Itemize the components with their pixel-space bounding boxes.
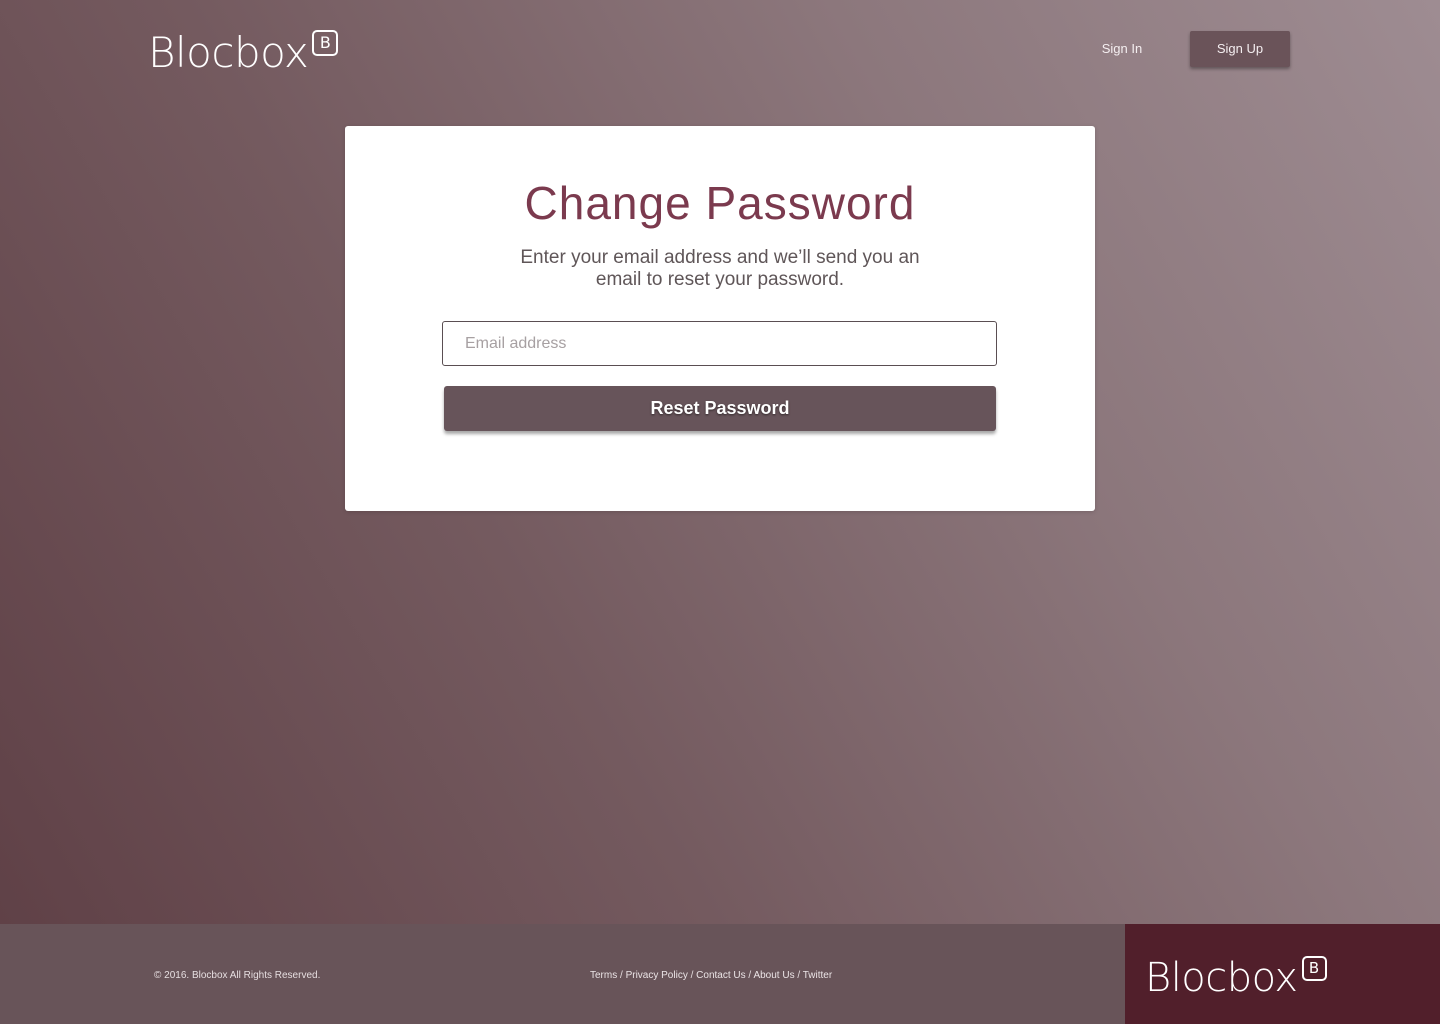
- footer-logo-wordmark: Blocbox: [1145, 955, 1298, 1001]
- logo[interactable]: Blocbox B: [148, 28, 339, 77]
- footer-link-twitter[interactable]: Twitter: [803, 970, 832, 981]
- page-title: Change Password: [524, 177, 916, 229]
- footer-link-contact-us[interactable]: Contact Us: [696, 970, 745, 981]
- footer-brand-panel: Blocbox B: [1125, 924, 1440, 1024]
- footer-logo-badge-icon: B: [1301, 956, 1327, 981]
- footer-link-about-us[interactable]: About Us: [753, 970, 794, 981]
- footer-link-terms[interactable]: Terms: [590, 970, 617, 981]
- header: Blocbox B Sign In Sign Up: [0, 0, 1440, 100]
- logo-badge-icon: B: [312, 30, 339, 56]
- footer: © 2016. Blocbox All Rights Reserved. Ter…: [0, 924, 1440, 1024]
- sign-in-link[interactable]: Sign In: [1092, 38, 1152, 60]
- footer-link-separator: /: [794, 970, 803, 981]
- reset-password-button[interactable]: Reset Password: [444, 386, 996, 431]
- email-input[interactable]: [442, 321, 997, 366]
- footer-link-separator: /: [617, 970, 626, 981]
- footer-link-privacy-policy[interactable]: Privacy Policy: [626, 970, 688, 981]
- footer-logo[interactable]: Blocbox B: [1145, 956, 1327, 998]
- footer-links: Terms / Privacy Policy / Contact Us / Ab…: [590, 970, 832, 981]
- sign-up-button[interactable]: Sign Up: [1190, 31, 1290, 67]
- instructions-text: Enter your email address and we’ll send …: [520, 247, 920, 290]
- logo-wordmark: Blocbox: [148, 28, 309, 77]
- footer-link-separator: /: [687, 970, 697, 981]
- copyright-text: © 2016. Blocbox All Rights Reserved.: [154, 970, 321, 981]
